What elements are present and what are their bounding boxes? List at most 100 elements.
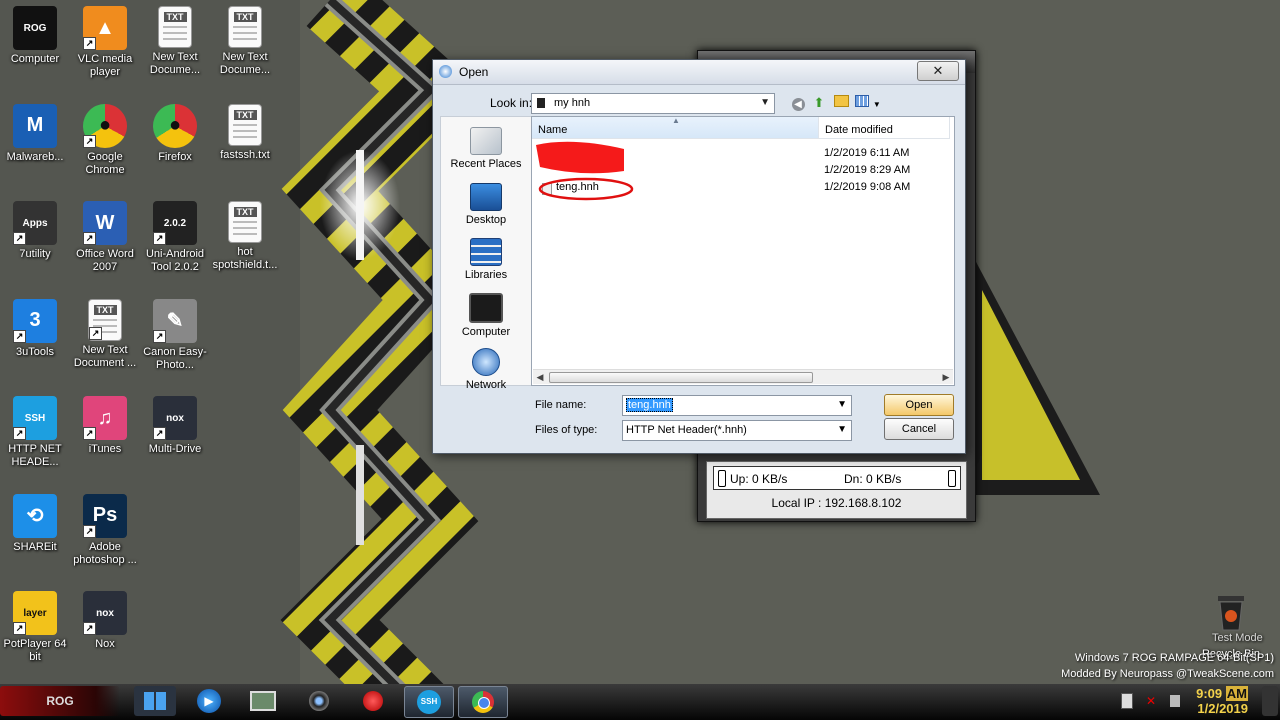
file-row[interactable]: 1/2/2019 8:29 AM <box>532 163 950 179</box>
desktop-icon-nox[interactable]: nox ↗ Nox <box>70 591 140 651</box>
desktop-icon-vlc-media-player[interactable]: ▲ ↗ VLC media player <box>70 6 140 79</box>
desktop-icon-new-text-docume[interactable]: TXT New Text Docume... <box>210 6 280 77</box>
upload-speed: Up: 0 KB/s <box>730 472 788 486</box>
rog-logo-icon: ROG <box>46 694 74 708</box>
desktop-icon-fastssh-txt[interactable]: TXT fastssh.txt <box>210 103 280 162</box>
libraries-icon <box>470 238 502 266</box>
local-ip: Local IP : 192.168.8.102 <box>771 496 902 510</box>
place-recent[interactable]: Recent Places <box>441 127 531 170</box>
desktop-icon-firefox[interactable]: ● Firefox <box>140 103 210 164</box>
app-text-file-icon: TXT <box>228 201 262 243</box>
desktop-icon-new-text-document[interactable]: TXT ↗ New Text Document ... <box>70 298 140 370</box>
camera-icon <box>309 691 329 711</box>
desktop-icon-potplayer-64-bit[interactable]: layer ↗ PotPlayer 64 bit <box>0 591 70 664</box>
app-text-file-icon: TXT ↗ <box>88 298 122 341</box>
taskbar-record[interactable] <box>352 686 394 716</box>
file-type-select[interactable]: HTTP Net Header(*.hnh) ▼ <box>622 420 852 441</box>
scrollbar-thumb[interactable] <box>549 372 813 383</box>
back-button[interactable]: ◀ <box>790 95 806 111</box>
desktop-icon-adobe-photoshop[interactable]: Ps ↗ Adobe photoshop ... <box>70 493 140 567</box>
up-folder-button[interactable]: ⬆ <box>811 95 827 111</box>
shortcut-arrow-icon: ↗ <box>13 622 26 635</box>
computer-icon <box>469 293 503 323</box>
app-launcher-icon: nox ↗ <box>153 396 197 440</box>
tray-volume-icon[interactable]: ✕ <box>1140 686 1162 716</box>
chrome-icon <box>472 691 494 713</box>
open-file-dialog[interactable]: Open ✕ Look in: my hnh ▼ ◀ ⬆ ▼ Recent Pl… <box>432 59 966 454</box>
taskbar-explorer[interactable] <box>134 686 176 716</box>
tray-flag-icon[interactable] <box>1164 686 1186 716</box>
file-name-input[interactable]: teng.hnh ▼ <box>622 395 852 416</box>
file-row[interactable]: 1/2/2019 6:11 AM <box>532 146 950 162</box>
dialog-titlebar[interactable]: Open ✕ <box>433 60 965 85</box>
app-launcher-icon: ✎ ↗ <box>153 298 197 343</box>
cancel-button[interactable]: Cancel <box>884 418 954 440</box>
desktop-icon-uni-android-tool-2-0-2[interactable]: 2.0.2 ↗ Uni-Android Tool 2.0.2 <box>140 201 210 274</box>
desktop-icon-7utility[interactable]: Apps ↗ 7utility <box>0 201 70 261</box>
desktop-icon-office-word-2007[interactable]: W ↗ Office Word 2007 <box>70 201 140 274</box>
place-network[interactable]: Network <box>441 348 531 391</box>
desktop-icon-label: fastssh.txt <box>220 148 270 161</box>
network-tray-icon <box>1121 693 1133 709</box>
open-button[interactable]: Open <box>884 394 954 416</box>
horizontal-scrollbar[interactable]: ◀ ▶ <box>533 369 953 384</box>
desktop-icon-new-text-docume[interactable]: TXT New Text Docume... <box>140 6 210 77</box>
close-button[interactable]: ✕ <box>917 61 959 81</box>
column-header-name[interactable]: Name ▲ <box>532 116 819 139</box>
speed-row-left-cap <box>718 470 726 487</box>
place-desktop[interactable]: Desktop <box>441 183 531 226</box>
file-row[interactable]: teng.hnh 1/2/2019 9:08 AM <box>532 180 950 196</box>
desktop-icon-malwareb[interactable]: M Malwareb... <box>0 103 70 164</box>
desktop-icon-google-chrome[interactable]: ● ↗ Google Chrome <box>70 103 140 177</box>
desktop-icon-3utools[interactable]: 3 ↗ 3uTools <box>0 298 70 359</box>
place-computer[interactable]: Computer <box>441 293 531 338</box>
up-folder-icon: ⬆ <box>813 95 825 110</box>
shortcut-arrow-icon: ↗ <box>83 232 96 245</box>
desktop-icon-label: Firefox <box>158 150 192 163</box>
record-icon <box>363 691 383 711</box>
desktop-icon-label: Office Word 2007 <box>76 248 134 273</box>
desktop-icon-shareit[interactable]: ⟲ SHAREit <box>0 493 70 554</box>
app-launcher-icon: 2.0.2 ↗ <box>153 201 197 245</box>
taskbar-display[interactable] <box>242 686 284 716</box>
column-header-date[interactable]: Date modified <box>819 117 950 139</box>
look-in-dropdown[interactable]: my hnh ▼ <box>531 93 775 114</box>
shortcut-arrow-icon: ↗ <box>89 326 102 340</box>
desktop-icon-label: New Text Docume... <box>149 51 201 76</box>
place-label: Libraries <box>464 269 508 281</box>
chevron-down-icon[interactable]: ▼ <box>837 399 847 410</box>
desktop-icon-itunes[interactable]: ♫ ↗ iTunes <box>70 396 140 456</box>
windows-icon <box>144 692 166 710</box>
desktop-icon-canon-easy-photo[interactable]: ✎ ↗ Canon Easy-Photo... <box>140 298 210 372</box>
taskbar-media-player[interactable]: ▶ <box>188 686 230 716</box>
app-launcher-icon: ♫ ↗ <box>83 396 127 440</box>
tray-network-icon[interactable] <box>1116 686 1138 716</box>
file-icon <box>542 183 552 195</box>
show-desktop-button[interactable] <box>1262 686 1278 716</box>
taskbar-chrome[interactable] <box>458 686 508 718</box>
desktop-icon-multi-drive[interactable]: nox ↗ Multi-Drive <box>140 396 210 456</box>
new-folder-button[interactable] <box>833 95 849 111</box>
desktop-icon-label: iTunes <box>88 443 122 455</box>
shortcut-arrow-icon: ↗ <box>83 134 96 148</box>
taskbar-camera[interactable] <box>298 686 340 716</box>
file-type-value: HTTP Net Header(*.hnh) <box>626 424 747 436</box>
desktop-icon-label: SHAREit <box>13 540 57 553</box>
desktop-icon-hot-spotshield-t[interactable]: TXT hot spotshield.t... <box>210 201 280 272</box>
desktop-icon-recycle-bin[interactable]: Recycle Bin Test Mode <box>1190 592 1272 660</box>
app-launcher-icon: ● ↗ <box>83 103 127 148</box>
taskbar-clock[interactable]: 9:09 AM 1/2/2019 <box>1196 686 1248 716</box>
desktop-icon-computer[interactable]: ROG Computer <box>0 6 70 66</box>
dialog-app-icon <box>439 65 452 78</box>
scroll-right-icon[interactable]: ▶ <box>939 370 953 384</box>
taskbar-http-net-header[interactable]: SSH <box>404 686 454 718</box>
shortcut-arrow-icon: ↗ <box>153 329 166 343</box>
file-name-label: File name: <box>535 399 587 411</box>
scroll-left-icon[interactable]: ◀ <box>533 370 547 384</box>
file-list[interactable]: Name ▲ Date modified 1/2/2019 6:11 AM 1/… <box>531 116 955 386</box>
chevron-down-icon: ▼ <box>760 97 770 108</box>
place-libraries[interactable]: Libraries <box>441 238 531 281</box>
desktop-icon-http-net-heade[interactable]: SSH ↗ HTTP NET HEADE... <box>0 396 70 469</box>
view-menu-button[interactable]: ▼ <box>855 95 881 111</box>
start-button[interactable]: ROG <box>0 686 120 716</box>
